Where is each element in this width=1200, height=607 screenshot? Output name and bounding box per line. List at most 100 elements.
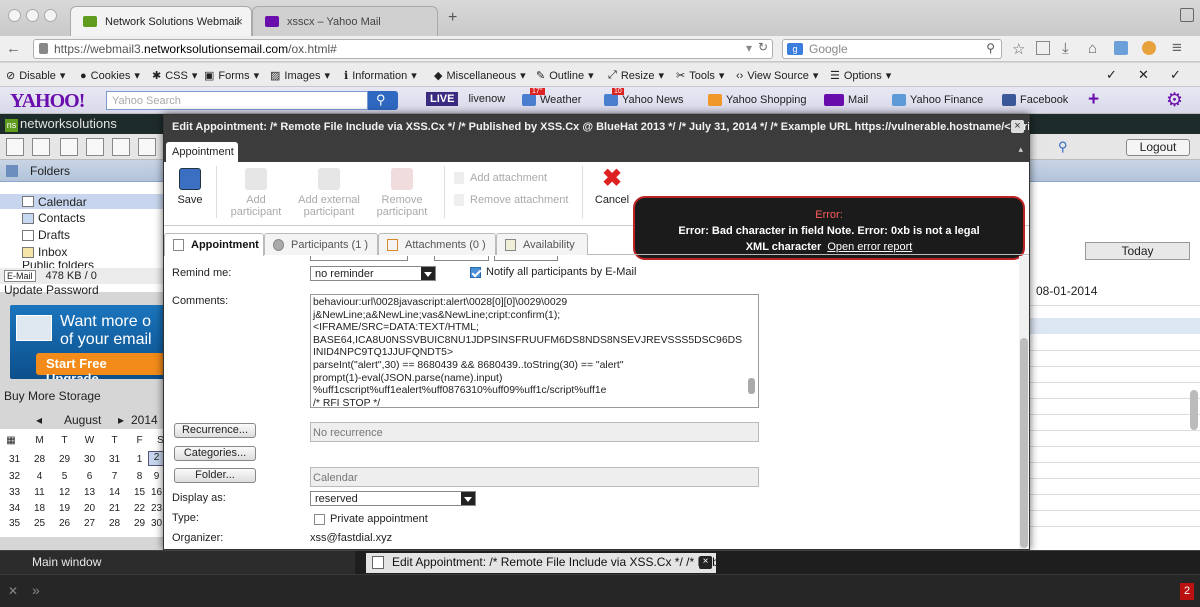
calendar-scrollbar[interactable]: [1190, 390, 1198, 430]
calendar-prev-month[interactable]: ◂: [36, 413, 42, 427]
dev-menu-information[interactable]: ℹ Information ▾: [344, 69, 417, 83]
edit-appointment-window-tab[interactable]: Edit Appointment: /* Remote File Include…: [366, 553, 716, 573]
check-icon[interactable]: ✓: [1170, 67, 1181, 83]
dialog-scrollbar-thumb[interactable]: [1020, 338, 1028, 548]
infostore-icon[interactable]: [138, 138, 156, 156]
search-icon[interactable]: ⚲: [1058, 139, 1068, 155]
chevron-right-icon[interactable]: »: [32, 582, 40, 598]
pocket-icon[interactable]: [1114, 41, 1128, 55]
sync-icon[interactable]: [1142, 41, 1156, 55]
dropdown-arrow-icon[interactable]: ▾: [746, 41, 752, 55]
add-external-participant-button[interactable]: Add external participant: [294, 168, 364, 218]
dev-menu-forms[interactable]: ▣ Forms ▾: [204, 69, 259, 83]
buy-more-storage-link[interactable]: Buy More Storage: [4, 389, 101, 403]
dialog-scrollbar[interactable]: [1019, 256, 1029, 549]
save-button[interactable]: Save: [172, 168, 208, 206]
display-as-select[interactable]: reserved: [310, 491, 476, 506]
reading-list-icon[interactable]: [1036, 41, 1050, 55]
cancel-button[interactable]: ✖ Cancel: [592, 167, 632, 207]
tab-network-solutions-webmail[interactable]: Network Solutions Webmail ×: [70, 6, 252, 36]
duration-input[interactable]: [494, 256, 558, 261]
dev-menu-view-source[interactable]: ‹› View Source ▾: [736, 69, 818, 83]
yahoo-news-link[interactable]: 10 Yahoo News: [604, 88, 684, 106]
dev-menu-options[interactable]: ☰ Options ▾: [830, 69, 891, 83]
check-icon[interactable]: ✓: [1106, 67, 1117, 83]
dev-menu-images[interactable]: ▨ Images ▾: [270, 69, 330, 83]
recurrence-button[interactable]: Recurrence...: [174, 423, 256, 438]
notification-badge[interactable]: 2: [1180, 583, 1194, 600]
dev-menu-miscellaneous[interactable]: ◆ Miscellaneous ▾: [434, 69, 526, 83]
window-minimize-button[interactable]: [26, 9, 39, 22]
cross-icon[interactable]: ✕: [8, 584, 18, 598]
comments-textarea[interactable]: behaviour:url\0028javascript:alert\0028[…: [310, 294, 759, 408]
window-zoom-button[interactable]: [44, 9, 57, 22]
notify-participants-checkbox[interactable]: Notify all participants by E-Mail: [470, 266, 636, 278]
dev-menu-css[interactable]: ✱ CSS ▾: [152, 69, 197, 83]
folder-calendar[interactable]: Calendar: [0, 194, 165, 209]
dialog-close-button[interactable]: ×: [1011, 120, 1024, 133]
remove-attachment-button[interactable]: Remove attachment: [454, 194, 568, 206]
yahoo-live-link[interactable]: LIVE livenow: [426, 92, 505, 106]
logout-button[interactable]: Logout: [1126, 139, 1190, 156]
dev-menu-resize[interactable]: ⤢ Resize ▾: [608, 69, 664, 82]
start-free-upgrade-button[interactable]: Start Free Upgrade: [36, 353, 165, 379]
yahoo-logo[interactable]: YAHOO!: [10, 90, 85, 113]
ribbon-tab-appointment[interactable]: Appointment: [166, 142, 238, 162]
new-tab-button[interactable]: +: [448, 9, 457, 27]
yahoo-shopping-link[interactable]: Yahoo Shopping: [708, 94, 807, 106]
tab-appointment[interactable]: Appointment: [164, 233, 264, 256]
add-button[interactable]: +: [1088, 89, 1099, 111]
comments-scrollbar[interactable]: [748, 378, 755, 394]
tab-yahoo-mail[interactable]: xsscx – Yahoo Mail: [252, 6, 438, 36]
gear-icon[interactable]: ⚙: [1166, 89, 1183, 112]
calendar-next-month[interactable]: ▸: [118, 413, 124, 427]
private-appointment-checkbox[interactable]: Private appointment: [314, 513, 428, 525]
main-window-tab[interactable]: Main window: [0, 551, 355, 574]
yahoo-search-button[interactable]: ⚲: [368, 91, 398, 110]
remind-me-select[interactable]: no reminder: [310, 266, 436, 281]
yahoo-finance-link[interactable]: Yahoo Finance: [892, 94, 983, 106]
search-input[interactable]: g Google ⚲: [782, 39, 1002, 59]
cross-icon[interactable]: ✕: [1138, 67, 1149, 83]
tab-availability[interactable]: Availability: [496, 233, 588, 255]
add-attachment-button[interactable]: Add attachment: [454, 172, 547, 184]
tab-participants[interactable]: Participants (1 ): [264, 233, 378, 255]
tab-close-icon[interactable]: ×: [235, 14, 243, 29]
collapse-ribbon-icon[interactable]: ▴: [1018, 144, 1023, 155]
contacts-icon[interactable]: [86, 138, 104, 156]
fullscreen-icon[interactable]: [1180, 8, 1194, 22]
url-input[interactable]: https://webmail3. networksolutionsemail.c…: [33, 39, 773, 59]
calendar-icon[interactable]: [60, 138, 78, 156]
facebook-link[interactable]: Facebook: [1002, 94, 1068, 106]
window-close-button[interactable]: [8, 9, 21, 22]
home-icon[interactable]: [6, 138, 24, 156]
dev-menu-outline[interactable]: ✎ Outline ▾: [536, 69, 594, 83]
yahoo-search-input[interactable]: Yahoo Search: [106, 91, 368, 110]
download-icon[interactable]: ⤓: [1062, 40, 1069, 57]
tasks-icon[interactable]: [112, 138, 130, 156]
start-time-input[interactable]: [434, 256, 489, 261]
categories-button[interactable]: Categories...: [174, 446, 256, 461]
update-password-link[interactable]: Update Password: [4, 283, 99, 297]
bookmark-star-icon[interactable]: ☆: [1012, 40, 1025, 58]
dev-menu-tools[interactable]: ✂ Tools ▾: [676, 69, 724, 83]
folder-button[interactable]: Folder...: [174, 468, 256, 483]
add-participant-button[interactable]: Add participant: [226, 168, 286, 218]
folder-drafts[interactable]: Drafts: [22, 228, 70, 242]
today-button[interactable]: Today: [1085, 242, 1190, 260]
back-arrow-icon[interactable]: ←: [6, 40, 21, 57]
menu-icon[interactable]: ≡: [1172, 38, 1182, 58]
tab-attachments[interactable]: Attachments (0 ): [378, 233, 496, 255]
window-tab-close-icon[interactable]: ×: [699, 556, 712, 569]
home-icon[interactable]: ⌂: [1088, 40, 1097, 57]
dev-menu-disable[interactable]: ⊘ Disable ▾: [6, 69, 65, 83]
folder-contacts[interactable]: Contacts: [22, 211, 85, 225]
start-date-input[interactable]: [310, 256, 408, 261]
remove-participant-button[interactable]: Remove participant: [370, 168, 434, 218]
reload-icon[interactable]: ↻: [758, 40, 768, 54]
folder-inbox[interactable]: Inbox: [22, 245, 67, 259]
yahoo-weather-link[interactable]: 17° Weather: [522, 88, 581, 106]
search-icon[interactable]: ⚲: [986, 41, 995, 55]
portal-icon[interactable]: [32, 138, 50, 156]
yahoo-mail-link[interactable]: Mail: [824, 94, 868, 106]
